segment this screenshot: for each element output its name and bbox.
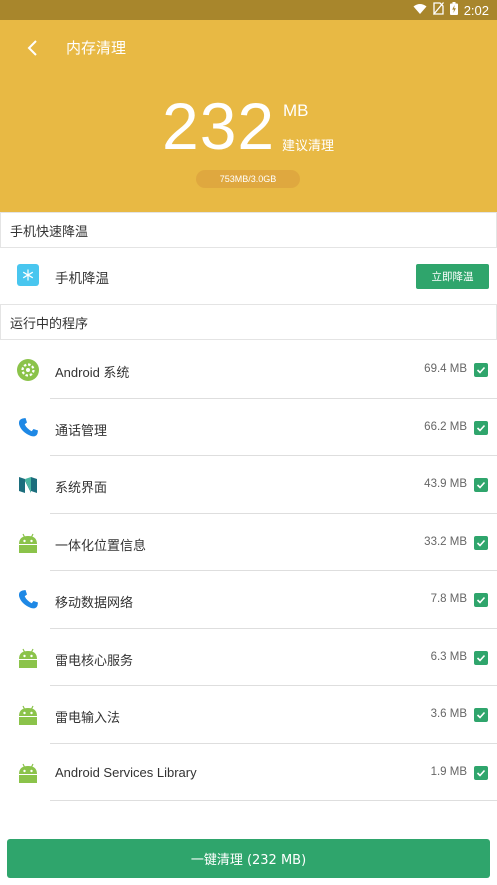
check-icon [476, 654, 486, 662]
running-app-list: Android 系统 69.4 MB 通话管理 66.2 MB 系统界面 43.… [0, 341, 497, 801]
app-name: 系统界面 [55, 480, 108, 495]
wifi-icon [413, 3, 427, 18]
app-name: 通话管理 [55, 422, 108, 438]
android-robot-icon [16, 531, 40, 555]
no-sim-icon [432, 2, 444, 18]
memory-summary-header: 内存清理 232 MB 建议清理 753MB/3.0GB [0, 20, 497, 212]
phone-icon [16, 588, 40, 612]
app-name: 雷电输入法 [55, 710, 121, 725]
page-title: 内存清理 [66, 39, 127, 57]
suggest-label: 建议清理 [282, 139, 335, 154]
app-checkbox[interactable] [474, 650, 488, 665]
android-robot-icon [16, 761, 40, 785]
app-checkbox[interactable] [474, 535, 488, 550]
app-size: 66.2 MB [424, 420, 467, 433]
clean-amount-unit: MB [283, 101, 309, 120]
android-settings-icon [16, 358, 40, 382]
clean-amount: 232 [162, 89, 276, 163]
list-item[interactable]: 系统界面 43.9 MB [0, 456, 497, 514]
cooling-row: 手机降温 立即降温 [0, 248, 497, 304]
app-checkbox[interactable] [474, 420, 488, 435]
app-size: 7.8 MB [430, 593, 467, 605]
list-item[interactable]: 通话管理 66.2 MB [0, 399, 497, 456]
check-icon [476, 481, 486, 489]
android-robot-icon [16, 646, 40, 670]
list-item[interactable]: 雷电输入法 3.6 MB [0, 686, 497, 744]
one-click-clean-button[interactable]: 一键清理 (232 MB) [7, 839, 490, 878]
app-name: 移动数据网络 [55, 595, 134, 610]
app-size: 6.3 MB [430, 650, 467, 663]
check-icon [476, 366, 486, 374]
status-bar: 2:02 [0, 0, 497, 20]
app-size: 3.6 MB [430, 708, 467, 720]
app-checkbox[interactable] [474, 708, 488, 722]
divider [50, 800, 497, 801]
app-name: Android 系统 [55, 365, 130, 380]
cooling-label: 手机降温 [55, 271, 109, 287]
app-checkbox[interactable] [474, 593, 488, 607]
status-time: 2:02 [463, 2, 489, 18]
snowflake-icon [17, 264, 39, 286]
app-name: 一体化位置信息 [55, 537, 147, 553]
check-icon [476, 539, 486, 547]
phone-icon [16, 416, 40, 440]
app-size: 33.2 MB [424, 535, 467, 548]
memory-usage-pill: 753MB/3.0GB [196, 170, 300, 188]
app-checkbox[interactable] [474, 478, 488, 492]
list-item[interactable]: Android Services Library 1.9 MB [0, 744, 497, 801]
list-item[interactable]: 移动数据网络 7.8 MB [0, 571, 497, 629]
back-button[interactable] [18, 34, 46, 62]
app-name: 雷电核心服务 [55, 652, 134, 668]
app-size: 69.4 MB [424, 363, 467, 375]
app-name: Android Services Library [55, 764, 197, 780]
check-icon [476, 424, 486, 432]
battery-charging-icon [449, 2, 458, 18]
cool-now-button[interactable]: 立即降温 [416, 264, 489, 289]
section-title-running: 运行中的程序 [0, 304, 497, 340]
check-icon [476, 711, 486, 719]
list-item[interactable]: Android 系统 69.4 MB [0, 341, 497, 399]
chevron-left-icon [27, 40, 37, 56]
list-item[interactable]: 一体化位置信息 33.2 MB [0, 514, 497, 571]
status-icons: 2:02 [413, 2, 489, 18]
section-title-cooling: 手机快速降温 [0, 212, 497, 248]
check-icon [476, 596, 486, 604]
app-size: 1.9 MB [430, 765, 467, 778]
nougat-logo-icon [16, 473, 40, 497]
app-size: 43.9 MB [424, 478, 467, 490]
android-robot-icon [16, 703, 40, 727]
app-checkbox[interactable] [474, 765, 488, 780]
list-item[interactable]: 雷电核心服务 6.3 MB [0, 629, 497, 686]
check-icon [476, 769, 486, 777]
app-checkbox[interactable] [474, 363, 488, 377]
